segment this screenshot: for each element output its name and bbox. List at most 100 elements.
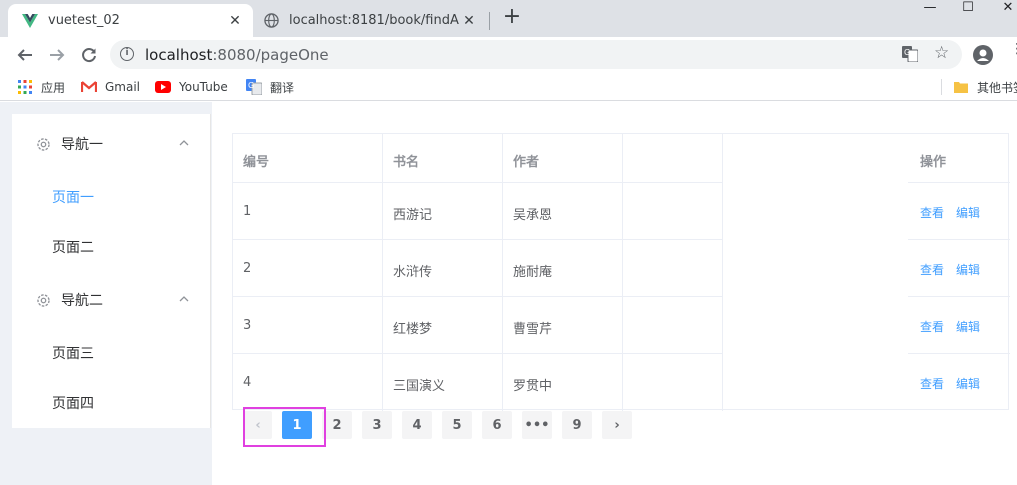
cell-author: 施耐庵 [513, 265, 553, 280]
translate-icon[interactable]: G [902, 46, 919, 63]
cell-author: 吴承恩 [513, 208, 553, 223]
column-divider [382, 134, 383, 411]
cell-book-name: 三国演义 [393, 379, 446, 394]
page-button-9[interactable]: 9 [562, 411, 592, 439]
submenu-nav-one[interactable]: 导航一 [12, 128, 211, 160]
view-button[interactable]: 查看 [920, 204, 944, 221]
view-button[interactable]: 查看 [920, 261, 944, 278]
bookmark-translate[interactable]: G 翻译 [246, 78, 294, 96]
page-button-2[interactable]: 2 [322, 411, 352, 439]
column-header-name: 书名 [393, 155, 420, 170]
bookmark-label: 其他书签 [977, 80, 1017, 95]
cell-author: 罗贯中 [513, 379, 553, 394]
column-header-actions: 操作 [920, 155, 947, 170]
page-button-6[interactable]: 6 [482, 411, 512, 439]
edit-button[interactable]: 编辑 [956, 318, 980, 335]
edit-button[interactable]: 编辑 [956, 375, 980, 392]
gear-icon [37, 294, 50, 307]
forward-arrow-icon [50, 49, 65, 61]
browser-toolbar: i localhost:8080/pageOne G ☆ ⋮ [0, 37, 1017, 73]
page-button-5[interactable]: 5 [442, 411, 472, 439]
browser-tab-bar: vuetest_02 ✕ localhost:8181/book/findAll… [0, 0, 1017, 37]
close-tab-icon[interactable]: ✕ [225, 13, 245, 29]
bookmarks-bar: 应用 Gmail YouTube G 翻译 其他书签 [0, 73, 1017, 101]
row-divider [233, 239, 722, 240]
bookmark-label: 应用 [41, 80, 66, 95]
close-window-button[interactable]: ✕ [986, 0, 1017, 16]
cell-book-name: 西游记 [393, 208, 433, 223]
chevron-up-icon [179, 140, 189, 146]
row-divider [908, 239, 1010, 240]
bookmark-star-icon[interactable]: ☆ [934, 43, 949, 63]
submenu-nav-two[interactable]: 导航二 [12, 284, 211, 316]
cell-id: 1 [243, 204, 252, 219]
cell-id: 4 [243, 375, 252, 390]
profile-avatar-icon[interactable] [973, 45, 993, 65]
forward-button[interactable] [44, 42, 70, 68]
bookmark-youtube[interactable]: YouTube [155, 78, 228, 96]
menu-item-page-one[interactable]: 页面一 [52, 187, 94, 207]
page-button-4[interactable]: 4 [402, 411, 432, 439]
menu-item-page-four[interactable]: 页面四 [52, 393, 94, 413]
sidebar: 导航一 页面一 页面二 导航二 页面三 页面四 [0, 102, 212, 485]
tab-localhost-8181[interactable]: localhost:8181/book/findAll/1/ ✕ [255, 4, 487, 37]
chevron-up-icon [179, 296, 189, 302]
more-pages-button[interactable]: ••• [522, 411, 552, 439]
column-divider [502, 134, 503, 411]
column-divider [622, 134, 623, 411]
bookmark-gmail[interactable]: Gmail [81, 78, 140, 96]
next-page-button[interactable]: › [602, 411, 632, 439]
row-divider [233, 182, 722, 183]
back-arrow-icon [17, 49, 32, 61]
bookmark-divider [941, 79, 942, 95]
cell-book-name: 红楼梦 [393, 322, 433, 337]
row-divider [908, 296, 1010, 297]
column-divider [722, 134, 723, 411]
svg-text:G: G [904, 48, 910, 57]
column-header-author: 作者 [513, 155, 540, 170]
back-button[interactable] [12, 42, 38, 68]
row-divider [908, 353, 1010, 354]
submenu-title-label: 导航一 [61, 137, 103, 153]
bookmark-label: Gmail [105, 80, 141, 94]
annotation-highlight-box [243, 407, 326, 447]
menu-item-page-three[interactable]: 页面三 [52, 343, 94, 363]
url-text[interactable]: localhost:8080/pageOne [145, 46, 329, 64]
edit-button[interactable]: 编辑 [956, 204, 980, 221]
tab-vuetest[interactable]: vuetest_02 ✕ [8, 4, 253, 37]
nav-menu: 导航一 页面一 页面二 导航二 页面三 页面四 [12, 114, 211, 428]
address-bar[interactable]: i localhost:8080/pageOne G ☆ [110, 40, 962, 69]
tab-divider [489, 12, 490, 30]
cell-id: 3 [243, 318, 252, 333]
folder-icon [953, 79, 969, 95]
info-icon[interactable]: i [120, 47, 134, 61]
reload-button[interactable] [76, 42, 102, 68]
bookmark-other[interactable]: 其他书签 [953, 78, 1017, 96]
cell-author: 曹雪芹 [513, 322, 553, 337]
row-divider [233, 296, 722, 297]
close-tab-icon[interactable]: ✕ [459, 13, 479, 29]
page-button-3[interactable]: 3 [362, 411, 392, 439]
maximize-button[interactable]: ☐ [946, 0, 990, 16]
translate-icon: G [246, 79, 262, 95]
submenu-title-label: 导航二 [61, 293, 103, 309]
cell-id: 2 [243, 261, 252, 276]
row-divider [233, 353, 722, 354]
edit-button[interactable]: 编辑 [956, 261, 980, 278]
row-divider [908, 182, 1010, 183]
globe-icon [263, 13, 279, 29]
reload-icon [82, 48, 96, 63]
tab-title: localhost:8181/book/findAll/1/ [289, 13, 459, 28]
svg-text:G: G [248, 81, 254, 90]
view-button[interactable]: 查看 [920, 375, 944, 392]
bookmark-apps[interactable]: 应用 [17, 78, 65, 96]
tab-title: vuetest_02 [48, 13, 120, 28]
new-tab-button[interactable]: + [500, 6, 524, 30]
view-button[interactable]: 查看 [920, 318, 944, 335]
gear-icon [37, 138, 50, 151]
bookmark-label: 翻译 [270, 80, 295, 95]
menu-item-page-two[interactable]: 页面二 [52, 237, 94, 257]
vue-logo-icon [22, 13, 38, 29]
books-table: 编号 书名 作者 操作 1 西游记 吴承恩 查看 编辑 2 水浒传 施耐庵 查看… [232, 133, 1010, 411]
menu-kebab-icon[interactable]: ⋮ [1010, 42, 1017, 56]
